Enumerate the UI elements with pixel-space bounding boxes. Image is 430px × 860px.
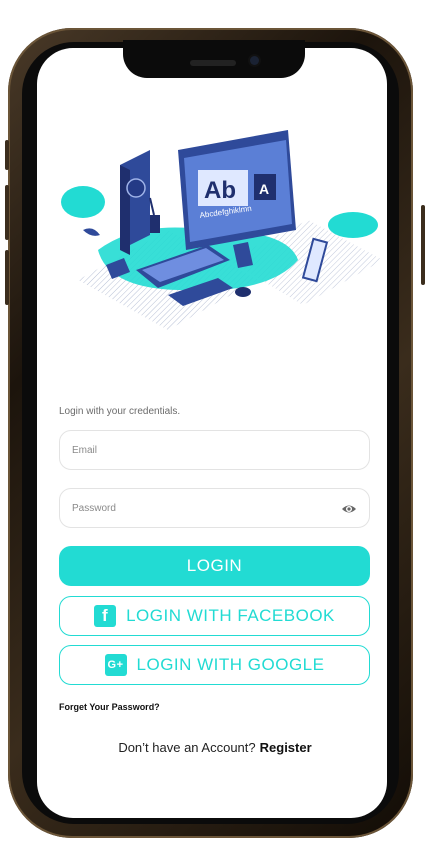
eye-icon[interactable] bbox=[341, 501, 357, 517]
workspace-illustration: Ab A Abcdefghiklmn bbox=[61, 130, 383, 330]
google-login-button[interactable]: G+ LOGIN WITH GOOGLE bbox=[59, 645, 370, 685]
login-button-label: LOGIN bbox=[186, 556, 243, 575]
register-prompt: Don’t have an Account? Register bbox=[0, 740, 430, 755]
monitor-small-text: A bbox=[259, 181, 269, 197]
side-button bbox=[5, 185, 9, 240]
side-button bbox=[5, 250, 9, 305]
login-hint: Login with your credentials. bbox=[59, 406, 181, 417]
facebook-login-label: LOGIN WITH FACEBOOK bbox=[126, 606, 335, 625]
google-login-label: LOGIN WITH GOOGLE bbox=[136, 655, 325, 674]
facebook-login-button[interactable]: f LOGIN WITH FACEBOOK bbox=[59, 596, 370, 636]
phone-notch bbox=[123, 40, 305, 78]
password-input[interactable] bbox=[60, 489, 312, 527]
password-field[interactable] bbox=[59, 488, 370, 528]
side-button bbox=[421, 205, 425, 285]
email-input[interactable] bbox=[60, 431, 312, 469]
speaker-grille bbox=[190, 60, 236, 66]
login-button[interactable]: LOGIN bbox=[59, 546, 370, 586]
no-account-text: Don’t have an Account? bbox=[118, 740, 256, 755]
side-button bbox=[5, 140, 9, 170]
forgot-password-link[interactable]: Forget Your Password? bbox=[59, 702, 160, 712]
monitor-large-text: Ab bbox=[204, 177, 236, 204]
register-link[interactable]: Register bbox=[260, 740, 312, 755]
email-field[interactable] bbox=[59, 430, 370, 470]
front-camera bbox=[250, 56, 259, 65]
facebook-icon: f bbox=[94, 605, 117, 627]
google-plus-icon: G+ bbox=[104, 654, 127, 676]
